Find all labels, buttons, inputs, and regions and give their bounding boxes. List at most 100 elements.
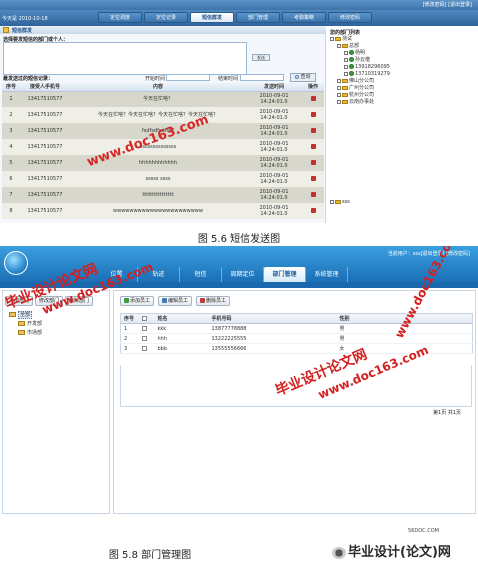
start-time-label: 开始时间	[145, 76, 166, 82]
tree-node[interactable]: 13710319279	[330, 71, 478, 78]
nav-item-3[interactable]: 周期定位	[222, 267, 264, 282]
row-checkbox[interactable]	[141, 325, 147, 331]
send-button[interactable]: 发送	[252, 54, 270, 61]
dept-label: 市场部	[27, 330, 43, 336]
row-name: kkk	[154, 323, 209, 334]
delete-icon[interactable]	[310, 143, 316, 149]
checkbox[interactable]	[330, 36, 334, 41]
row-number: 1	[2, 91, 20, 107]
tree-node-label: 13918296095	[355, 64, 390, 70]
delete-icon[interactable]	[310, 207, 316, 213]
row-phone: 13555556666	[208, 343, 337, 354]
folder-icon	[335, 199, 341, 204]
tree-node[interactable]: 佛山分公司	[330, 78, 478, 85]
tree-footer-item[interactable]: sss	[330, 199, 350, 205]
dept-management-screenshot: 当前用户：sss[退出登录] [修改密码] 位置 轨迹 短信 周期定位 部门管理 系统管理…	[0, 246, 478, 521]
row-time: 2010-09-01 14:24:01.0	[246, 91, 302, 107]
message-textarea[interactable]	[3, 42, 247, 75]
nav-item-4[interactable]: 部门管理	[264, 267, 306, 282]
user-info[interactable]: 当前用户：sss[退出登录] [修改密码]	[388, 250, 470, 257]
person-icon	[349, 64, 354, 69]
dept-node[interactable]: 全部	[9, 311, 107, 320]
tree-node[interactable]: 云南办事处	[330, 99, 478, 106]
row-number: 4	[2, 139, 20, 155]
tree-node-label: 广州分公司	[349, 85, 375, 91]
checkbox[interactable]	[337, 78, 341, 83]
delete-icon[interactable]	[310, 95, 316, 101]
delete-icon[interactable]	[310, 159, 316, 165]
employee-toolbar: 添加员工 编辑员工 删除员工	[120, 296, 231, 306]
dept-node[interactable]: 市场部	[9, 329, 107, 338]
delete-icon[interactable]	[310, 111, 316, 117]
tree-node[interactable]: 孙云楷	[330, 57, 478, 64]
tree-node[interactable]: 杨明	[330, 50, 478, 57]
delete-icon[interactable]	[310, 175, 316, 181]
tree-node[interactable]: 杭州分公司	[330, 92, 478, 99]
tree-node[interactable]: 测试	[330, 36, 478, 43]
tree-node[interactable]: 广州分公司	[330, 85, 478, 92]
checkbox[interactable]	[337, 99, 341, 104]
employee-button-0[interactable]: 添加员工	[120, 296, 155, 306]
tab-4[interactable]: 考勤策略	[282, 12, 326, 23]
checkbox[interactable]	[344, 50, 348, 55]
top-bar: [修改密码] [退出登录]	[0, 0, 478, 10]
table-row: 1 13417510577 今天在忙啥？ 2010-09-01 14:24:01.0	[2, 91, 324, 107]
checkbox[interactable]	[337, 85, 341, 90]
tree-footer-label: sss	[342, 199, 350, 205]
column-header: 内容	[70, 83, 246, 92]
date-display: 今天是 2010-10-18	[2, 15, 48, 22]
table-row: 8 13417510577 wwwwwwwwwwwwwwwwwwwwww 2010-0…	[2, 203, 324, 219]
table-row[interactable]: 2 hhh 13222225555 男	[120, 333, 473, 344]
row-phone: 13417510577	[20, 203, 70, 219]
row-operation	[302, 107, 324, 123]
row-content: 今天在忙啥？	[70, 91, 246, 107]
checkbox[interactable]	[337, 43, 341, 48]
checkbox[interactable]	[330, 199, 334, 204]
employee-button-1[interactable]: 编辑员工	[158, 296, 193, 306]
header-links[interactable]: [修改密码] [退出登录]	[423, 1, 472, 8]
row-number: 1	[120, 323, 139, 334]
row-number: 7	[2, 187, 20, 203]
checkbox[interactable]	[344, 64, 348, 69]
date-prefix: 今天是	[2, 16, 18, 22]
row-name: bbb	[154, 343, 209, 354]
table-row[interactable]: 1 kkk 13877778888 男	[120, 323, 473, 334]
select-all-checkbox[interactable]	[141, 315, 147, 321]
tab-0[interactable]: 定位调度	[98, 12, 142, 23]
sms-records-table: 序号 接受人手机号 内容 发送时间 操作 1 13417510577 今天在忙啥？ 2010-…	[2, 83, 324, 219]
row-content: wwwwwwwwwwwwwwwwwwwwww	[70, 203, 246, 219]
start-time-input[interactable]	[166, 74, 210, 81]
query-button[interactable]: 查询	[290, 73, 316, 82]
row-checkbox[interactable]	[141, 345, 147, 351]
delete-icon	[200, 298, 206, 303]
row-phone: 13417510577	[20, 187, 70, 203]
checkbox[interactable]	[337, 92, 341, 97]
sent-records-label: 最发送过的短信记录：	[3, 76, 54, 82]
delete-icon[interactable]	[310, 127, 316, 133]
delete-icon[interactable]	[310, 191, 316, 197]
row-number: 8	[2, 203, 20, 219]
row-phone: 13417510577	[20, 91, 70, 107]
tab-2[interactable]: 短信群发	[190, 12, 234, 23]
row-checkbox[interactable]	[141, 335, 147, 341]
employee-button-2[interactable]: 删除员工	[196, 296, 231, 306]
row-time: 2010-09-01 14:24:01.0	[246, 171, 302, 187]
dept-node[interactable]: 开发部	[9, 320, 107, 329]
nav-item-5[interactable]: 系统管理	[306, 267, 348, 282]
column-header: 手机号码	[208, 313, 337, 324]
nav-item-2[interactable]: 短信	[180, 267, 222, 282]
end-time-input[interactable]	[240, 74, 284, 81]
checkbox[interactable]	[344, 71, 348, 76]
tab-5[interactable]: 修改密码	[328, 12, 372, 23]
nav-bar: 今天是 2010-10-18 定位调度 定位记录 短信群发 部门管理 考勤策略 修改密码	[0, 10, 478, 26]
tab-1[interactable]: 定位记录	[144, 12, 188, 23]
figure-caption-5-6: 图 5.6 短信发送图	[197, 234, 281, 245]
row-time: 2010-09-01 14:24:01.0	[246, 123, 302, 139]
tree-node[interactable]: 总部	[330, 43, 478, 50]
tab-3[interactable]: 部门管理	[236, 12, 280, 23]
logo-icon	[332, 546, 346, 559]
checkbox[interactable]	[344, 57, 348, 62]
row-checkbox-cell	[138, 323, 155, 334]
button-label: 删除员工	[206, 298, 227, 304]
tree-node[interactable]: 13918296095	[330, 64, 478, 71]
